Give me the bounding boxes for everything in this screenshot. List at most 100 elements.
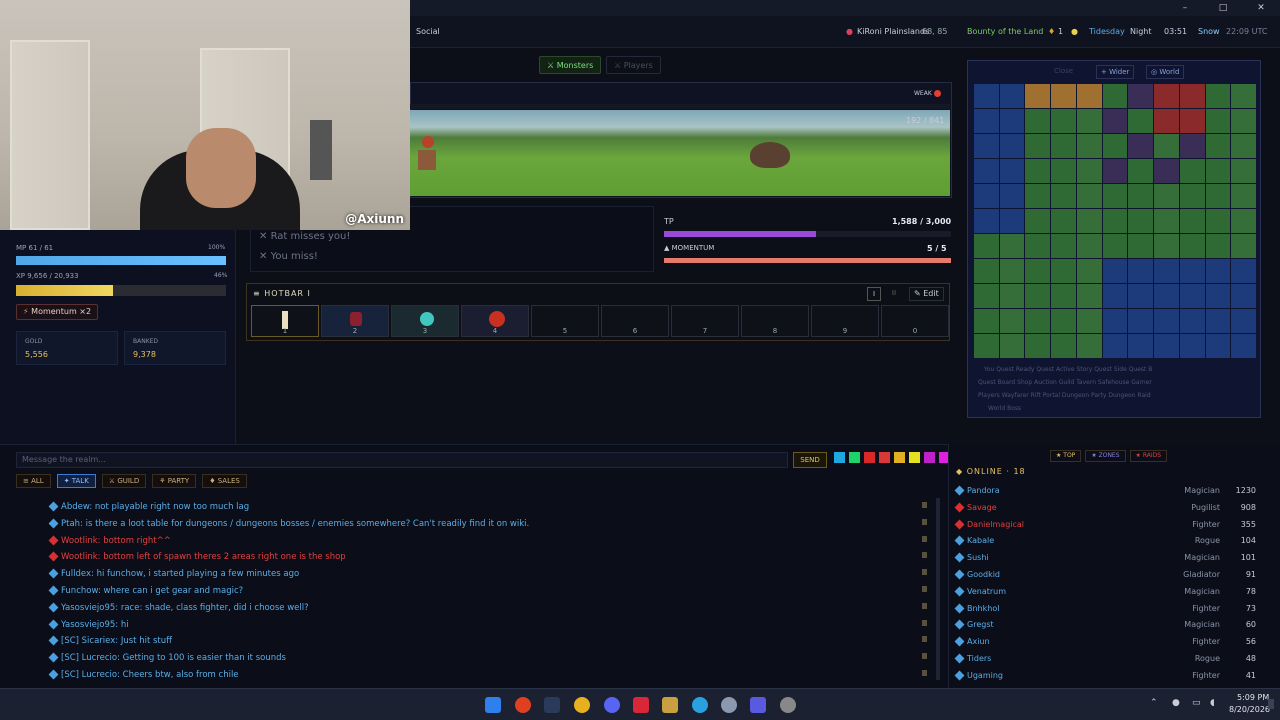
pin-icon[interactable] — [922, 518, 927, 525]
hotbar-slot[interactable]: 1 — [251, 305, 319, 337]
hotbar-tab-2[interactable]: II — [887, 287, 901, 301]
online-player-row[interactable]: Venatrum Magician 78 — [954, 585, 1256, 599]
pin-icon[interactable] — [922, 586, 927, 592]
online-player-row[interactable]: Kabale Rogue 104 — [954, 534, 1256, 548]
league-icon[interactable] — [662, 697, 678, 713]
hotbar-slot[interactable]: 8 — [741, 305, 809, 337]
recorder-icon[interactable] — [780, 697, 796, 713]
map-tile — [1154, 309, 1179, 333]
map-tile — [1128, 259, 1154, 283]
online-player-row[interactable]: Savage Pugilist 908 — [954, 501, 1256, 515]
steam-icon[interactable] — [544, 697, 560, 713]
tab-monsters[interactable]: ⚔ Monsters — [539, 56, 602, 74]
chat-tab-talk[interactable]: ✦ TALK — [56, 474, 96, 488]
settings-icon[interactable] — [721, 697, 737, 713]
chat-message-text: [SC] Lucrecio: Cheers btw, also from chi… — [61, 670, 239, 680]
game-app-icon[interactable] — [750, 697, 766, 713]
map-tile — [1051, 84, 1076, 108]
pin-icon[interactable] — [922, 569, 927, 576]
volume-icon[interactable]: ◖ — [1210, 698, 1215, 708]
chat-message: [SC] Sicariex: Just hit stuff — [48, 635, 172, 646]
battle-scene — [410, 110, 950, 196]
online-player-row[interactable]: Bnhkhol Fighter 73 — [954, 602, 1256, 616]
online-tab-top[interactable]: ★ TOP — [1050, 450, 1082, 462]
map-tile — [1102, 209, 1128, 233]
notification-icon[interactable] — [1268, 699, 1274, 709]
minimize-button[interactable]: – — [1166, 0, 1204, 16]
pin-icon[interactable] — [922, 619, 927, 626]
online-player-row[interactable]: Tiders Rogue 48 — [954, 652, 1256, 666]
map-world-button[interactable]: ◎ World — [1146, 65, 1185, 79]
player-name: Ugaming — [967, 670, 1003, 680]
map-wider-button[interactable]: + Wider — [1096, 65, 1135, 79]
online-player-row[interactable]: Danielmagical Fighter 355 — [954, 518, 1256, 532]
rank-diamond-icon — [48, 619, 59, 630]
online-player-row[interactable]: Ugaming Fighter 41 — [954, 669, 1256, 683]
hotbar-slot[interactable]: 7 — [671, 305, 739, 337]
chat-tab-sales[interactable]: ♦ SALES — [202, 474, 247, 488]
mic-icon[interactable]: ● — [1172, 698, 1180, 708]
online-player-row[interactable]: Sushi Magician 101 — [954, 551, 1256, 565]
chat-scrollbar[interactable] — [936, 498, 940, 680]
send-button[interactable]: SEND — [793, 452, 827, 468]
discord-icon[interactable] — [604, 697, 620, 713]
app-red-icon[interactable] — [633, 697, 649, 713]
online-player-row[interactable]: Axiun Fighter 56 — [954, 635, 1256, 649]
network-icon[interactable]: ▭ — [1192, 698, 1201, 708]
hotbar-slot[interactable]: 4 — [461, 305, 529, 337]
social-link[interactable]: Social — [416, 16, 440, 48]
map-tile — [1102, 84, 1128, 108]
rank-diamond-icon — [954, 619, 965, 630]
close-button[interactable]: ✕ — [1242, 0, 1280, 16]
color-swatch[interactable] — [894, 452, 905, 463]
chat-tab-guild[interactable]: ⚔ GUILD — [101, 474, 147, 488]
hotbar-slot[interactable]: 0 — [881, 305, 949, 337]
hotbar-slot[interactable]: 3 — [391, 305, 459, 337]
color-swatch[interactable] — [849, 452, 860, 463]
hotbar-slot[interactable]: 9 — [811, 305, 879, 337]
pin-icon[interactable] — [922, 502, 927, 508]
chat-tab-party[interactable]: ⚘ PARTY — [152, 474, 197, 488]
pin-icon[interactable] — [922, 552, 927, 559]
taskbar-date[interactable]: 8/20/2026 — [1229, 705, 1270, 714]
map-tile — [974, 109, 999, 133]
tab-players[interactable]: ⚔ Players — [606, 56, 661, 74]
maximize-button[interactable]: □ — [1204, 0, 1242, 16]
hotbar-tab-1[interactable]: I — [867, 287, 881, 301]
pin-icon[interactable] — [922, 535, 927, 542]
pin-icon[interactable] — [922, 670, 927, 676]
slot-number: 8 — [772, 327, 778, 335]
pin-icon[interactable] — [922, 602, 927, 609]
online-tab-raids[interactable]: ★ RAIDS — [1129, 450, 1168, 462]
momentum-button[interactable]: ⚡ Momentum ×2 — [16, 304, 99, 320]
chrome-icon[interactable] — [574, 697, 590, 713]
color-swatch[interactable] — [924, 452, 935, 463]
telegram-icon[interactable] — [692, 697, 708, 713]
start-icon[interactable] — [485, 697, 501, 713]
hotbar-slot[interactable]: 6 — [601, 305, 669, 337]
color-swatch[interactable] — [879, 452, 890, 463]
online-player-row[interactable]: Gregst Magician 60 — [954, 618, 1256, 632]
color-swatch[interactable] — [909, 452, 920, 463]
map-tile — [999, 134, 1025, 158]
tray-chevron-icon[interactable]: ⌃ — [1150, 698, 1158, 708]
color-swatch[interactable] — [834, 452, 845, 463]
taskbar-time[interactable]: 5:09 PM — [1237, 693, 1269, 702]
chat-tab-all[interactable]: ≡ ALL — [16, 474, 51, 488]
pin-icon[interactable] — [922, 636, 927, 643]
color-swatch[interactable] — [864, 452, 875, 463]
online-player-row[interactable]: Pandora Magician 1230 — [954, 484, 1256, 498]
brave-icon[interactable] — [515, 697, 531, 713]
online-player-row[interactable]: Goodkid Gladiator 91 — [954, 568, 1256, 582]
map-close-button[interactable]: Close — [1054, 67, 1073, 75]
hotbar-slot[interactable]: 5 — [531, 305, 599, 337]
pin-icon[interactable] — [922, 653, 927, 660]
online-tab-zones[interactable]: ★ ZONES — [1085, 450, 1126, 462]
chat-message: [SC] Lucrecio: Getting to 100 is easier … — [48, 652, 286, 663]
chat-input[interactable]: Message the realm... — [16, 452, 788, 468]
chat-tabs: ≡ ALL ✦ TALK ⚔ GUILD ⚘ PARTY ♦ SALES — [16, 474, 247, 488]
hotbar-slot[interactable]: 2 — [321, 305, 389, 337]
hotbar-edit-button[interactable]: ✎ Edit — [909, 287, 944, 301]
minimap-grid[interactable] — [974, 84, 1256, 358]
map-tile — [1231, 159, 1256, 183]
